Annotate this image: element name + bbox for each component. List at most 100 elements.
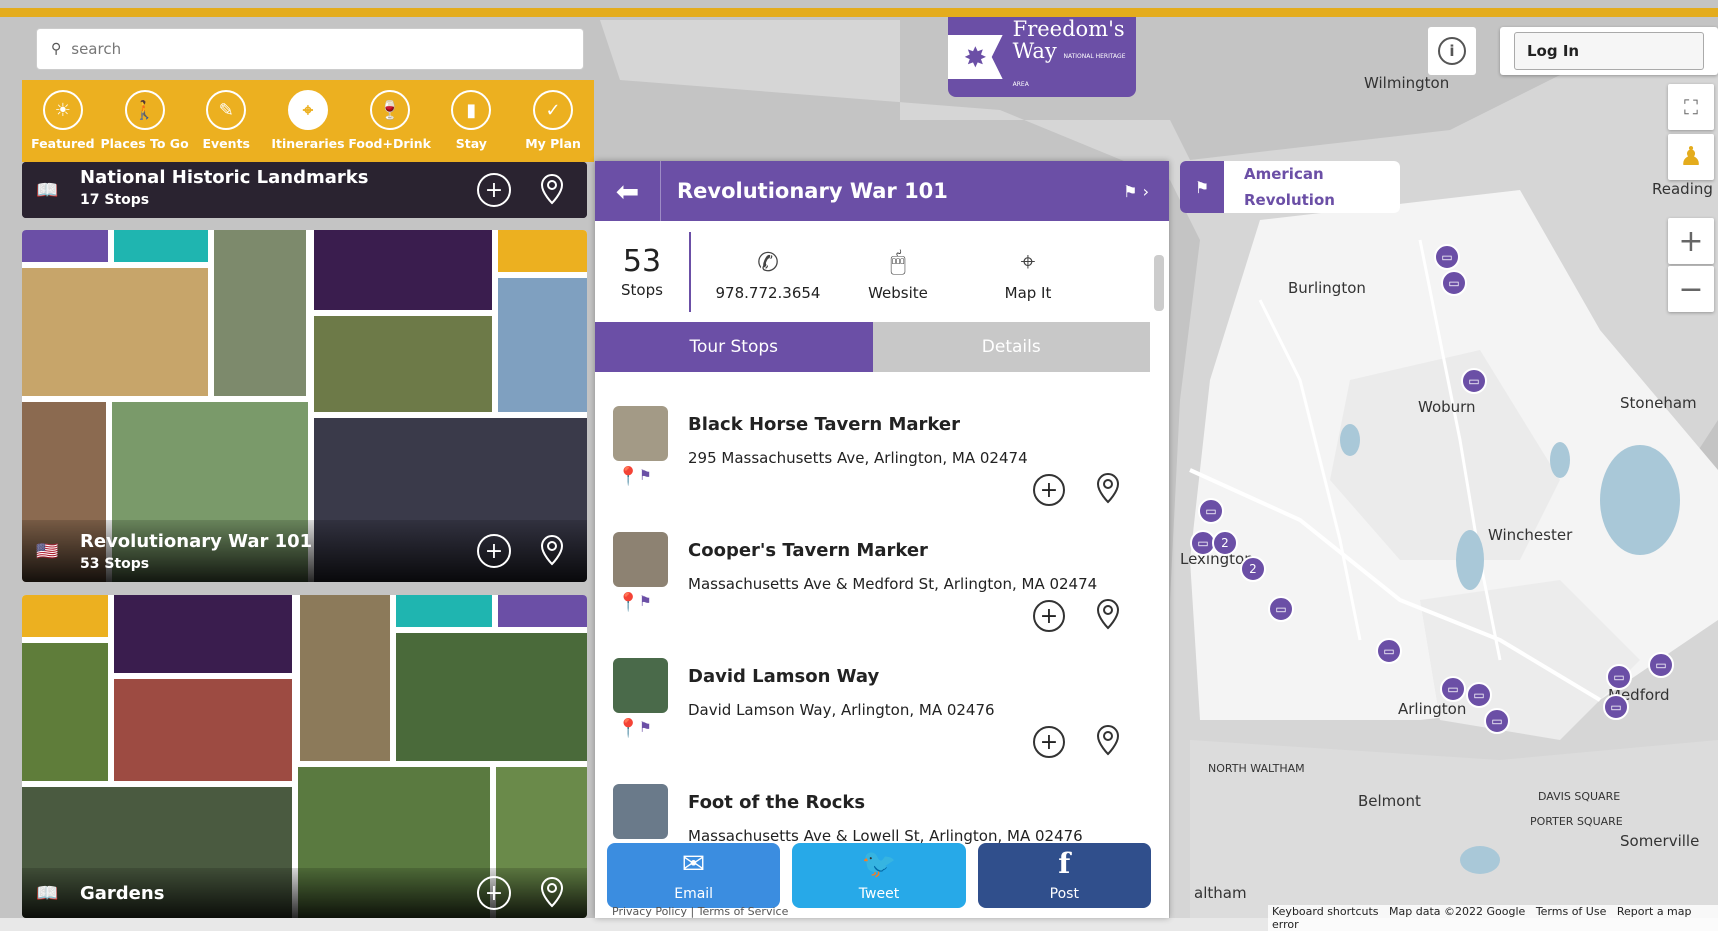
- flag-icon: ⚑: [639, 594, 652, 610]
- facebook-icon: f: [1058, 847, 1071, 880]
- freedoms-way-logo[interactable]: ✸ Freedom's Way NATIONAL HERITAGE AREA: [948, 17, 1136, 97]
- map-marker[interactable]: ▭: [1461, 368, 1487, 394]
- map-it-button[interactable]: ⌖ Map It: [963, 242, 1093, 302]
- check-icon: ✓: [533, 90, 574, 130]
- map-pin-icon[interactable]: [1093, 598, 1125, 634]
- map-it-label: Map It: [1004, 283, 1052, 302]
- top-accent-bar: [0, 8, 1718, 17]
- map-marker[interactable]: ▭: [1606, 664, 1632, 690]
- theme-tag[interactable]: ⚑ American Revolution: [1180, 161, 1400, 213]
- category-my-plan[interactable]: ✓ My Plan: [513, 90, 593, 151]
- map-marker[interactable]: ▭: [1603, 694, 1629, 720]
- map-pin-icon[interactable]: [535, 534, 569, 568]
- itinerary-card-landmarks[interactable]: 📖 National Historic Landmarks 17 Stops +: [22, 162, 587, 218]
- terms-of-use-link[interactable]: Terms of Use: [1536, 905, 1607, 918]
- ticket-icon: ✎: [206, 90, 247, 130]
- logo-wordmark: Freedom's Way NATIONAL HERITAGE AREA: [1013, 18, 1136, 96]
- flag-icon: ⚑: [639, 468, 652, 484]
- category-featured[interactable]: ☀ Featured: [23, 90, 103, 151]
- map-marker[interactable]: ▭: [1484, 708, 1510, 734]
- color-tile: [314, 230, 492, 310]
- star-burst-icon: ✸: [948, 35, 1003, 79]
- color-tile: [22, 595, 108, 637]
- privacy-policy-link[interactable]: Privacy Policy: [612, 905, 687, 918]
- itinerary-card-revolutionary-war[interactable]: 🇺🇸 Revolutionary War 101 53 Stops +: [22, 230, 587, 582]
- category-stay[interactable]: ▮ Stay: [431, 90, 511, 151]
- category-events[interactable]: ✎ Events: [186, 90, 266, 151]
- color-tile: [498, 230, 587, 272]
- tour-stop-item[interactable]: 📍 ⚑ Cooper's Tavern Marker Massachusetts…: [613, 532, 1133, 648]
- tweet-label: Tweet: [858, 886, 900, 902]
- add-stop-button[interactable]: +: [1033, 474, 1065, 506]
- map-marker[interactable]: ▭: [1198, 498, 1224, 524]
- email-share-button[interactable]: ✉ Email: [607, 843, 781, 908]
- back-button[interactable]: ⬅: [595, 161, 661, 221]
- add-to-plan-button[interactable]: +: [477, 534, 511, 568]
- map-marker[interactable]: ▭: [1268, 596, 1294, 622]
- map-attribution: Keyboard shortcuts Map data ©2022 Google…: [1268, 905, 1718, 931]
- search-input[interactable]: search: [71, 40, 121, 58]
- envelope-icon: ✉: [681, 847, 706, 880]
- tour-info-bar: 53 Stops ✆ 978.772.3654 🖱 Website ⌖ Map It: [595, 221, 1169, 322]
- map-marker[interactable]: ▭: [1466, 682, 1492, 708]
- tour-stop-item[interactable]: Foot of the Rocks Massachusetts Ave & Lo…: [613, 784, 1133, 845]
- info-button[interactable]: i: [1428, 27, 1476, 75]
- add-to-plan-button[interactable]: +: [477, 876, 511, 910]
- map-marker[interactable]: ▭: [1440, 676, 1466, 702]
- category-label: Featured: [31, 136, 95, 151]
- info-icon: i: [1438, 37, 1466, 65]
- map-pin-icon[interactable]: [1093, 724, 1125, 760]
- map-marker-cluster[interactable]: 2: [1212, 530, 1238, 556]
- add-stop-button[interactable]: +: [1033, 600, 1065, 632]
- stop-thumbnail: [613, 784, 668, 839]
- map-marker[interactable]: ▭: [1648, 652, 1674, 678]
- tour-stop-item[interactable]: 📍 ⚑ David Lamson Way David Lamson Way, A…: [613, 658, 1133, 774]
- card-title: Gardens: [80, 882, 165, 904]
- flag-icon: ⚑: [639, 720, 652, 736]
- map-pin-icon[interactable]: [535, 173, 569, 207]
- map-marker-cluster[interactable]: 2: [1240, 556, 1266, 582]
- tour-stop-item[interactable]: 📍 ⚑ Black Horse Tavern Marker 295 Massac…: [613, 406, 1133, 522]
- fullscreen-button[interactable]: ⛶: [1668, 84, 1714, 130]
- category-places-to-go[interactable]: 🚶 Places To Go: [100, 90, 189, 151]
- photo-sunflowers: [22, 643, 108, 781]
- phone-button[interactable]: ✆ 978.772.3654: [703, 242, 833, 302]
- mouse-icon: 🖱: [890, 247, 906, 277]
- zoom-in-button[interactable]: +: [1668, 218, 1714, 264]
- stop-name: Cooper's Tavern Marker: [688, 540, 928, 561]
- keyboard-shortcuts-link[interactable]: Keyboard shortcuts: [1272, 905, 1379, 918]
- street-view-button[interactable]: ♟: [1668, 134, 1714, 180]
- stop-count: 53 Stops: [595, 231, 691, 312]
- photo-house: [22, 268, 208, 396]
- panel-scrollbar[interactable]: [1154, 255, 1164, 311]
- zoom-out-button[interactable]: −: [1668, 266, 1714, 312]
- category-label: Places To Go: [100, 136, 189, 151]
- map-data-text: Map data ©2022 Google: [1389, 905, 1526, 918]
- map-pin-icon[interactable]: [535, 876, 569, 910]
- map-marker[interactable]: ▭: [1434, 244, 1460, 270]
- tab-details[interactable]: Details: [872, 322, 1150, 372]
- tab-tour-stops[interactable]: Tour Stops: [595, 322, 873, 372]
- login-button[interactable]: Log In: [1514, 32, 1704, 70]
- walker-icon: 🚶: [124, 90, 165, 130]
- photo-pergola: [396, 633, 587, 761]
- category-itineraries[interactable]: ⌖ Itineraries: [268, 90, 348, 151]
- terms-of-service-link[interactable]: Terms of Service: [698, 905, 789, 918]
- facebook-share-button[interactable]: f Post: [977, 843, 1151, 908]
- add-to-plan-button[interactable]: +: [477, 173, 511, 207]
- fullscreen-icon: ⛶: [1684, 95, 1698, 119]
- card-footer: 📖 National Historic Landmarks 17 Stops +: [22, 162, 587, 218]
- map-marker[interactable]: ▭: [1441, 270, 1467, 296]
- map-marker[interactable]: ▭: [1376, 638, 1402, 664]
- pegman-icon: ♟: [1679, 142, 1703, 172]
- map-label-woburn: Woburn: [1418, 398, 1476, 416]
- tweet-share-button[interactable]: 🐦 Tweet: [792, 843, 966, 908]
- map-label-winchester: Winchester: [1488, 526, 1573, 544]
- share-bar: ✉ Email 🐦 Tweet f Post: [607, 843, 1151, 908]
- map-pin-icon[interactable]: [1093, 472, 1125, 508]
- search-box[interactable]: ⚲ search: [36, 28, 584, 70]
- website-button[interactable]: 🖱 Website: [833, 242, 963, 302]
- add-stop-button[interactable]: +: [1033, 726, 1065, 758]
- itinerary-card-gardens[interactable]: 📖 Gardens +: [22, 595, 587, 918]
- category-food-drink[interactable]: 🍷 Food+Drink: [348, 90, 431, 151]
